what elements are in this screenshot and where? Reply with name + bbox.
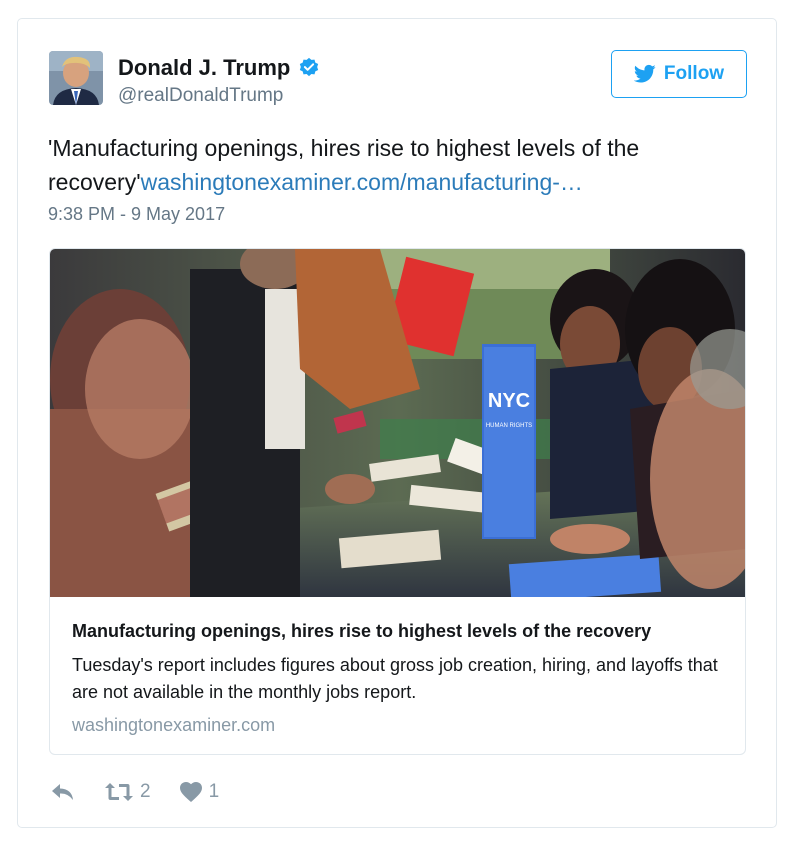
banner-subtext: HUMAN RIGHTS	[486, 423, 532, 429]
user-name[interactable]: Donald J. Trump	[118, 55, 290, 81]
tweet-card: Donald J. Trump @realDonaldTrump Follow …	[17, 18, 777, 828]
user-name-row[interactable]: Donald J. Trump	[118, 55, 320, 81]
twitter-bird-icon	[633, 64, 656, 83]
retweet-count: 2	[140, 781, 151, 802]
tweet-text: 'Manufacturing openings, hires rise to h…	[48, 131, 748, 199]
tweet-actions: 2 1	[50, 781, 247, 803]
card-domain: washingtonexaminer.com	[72, 715, 276, 735]
retweet-icon	[105, 783, 133, 801]
card-image: NYC HUMAN RIGHTS	[50, 249, 745, 597]
reply-button[interactable]	[50, 781, 76, 803]
avatar-image	[49, 51, 103, 105]
link-preview-card[interactable]: NYC HUMAN RIGHTS Manufacturing openings,…	[49, 248, 746, 755]
like-count: 1	[208, 781, 220, 802]
like-button[interactable]: 1	[179, 781, 220, 803]
user-handle[interactable]: @realDonaldTrump	[118, 85, 283, 107]
follow-button-label: Follow	[663, 63, 725, 84]
card-title[interactable]: Manufacturing openings, hires rise to hi…	[72, 619, 732, 643]
tweet-link[interactable]: washingtonexaminer.com/manufacturing-…	[141, 169, 583, 195]
retweet-button[interactable]: 2	[104, 781, 151, 803]
follow-button[interactable]: Follow	[611, 50, 747, 98]
heart-icon	[179, 782, 202, 802]
reply-icon	[52, 784, 73, 800]
card-description: Tuesday's report includes figures about …	[72, 655, 718, 702]
tweet-timestamp[interactable]: 9:38 PM - 9 May 2017	[48, 204, 225, 225]
verified-badge-icon	[300, 57, 319, 77]
card-body: Manufacturing openings, hires rise to hi…	[72, 619, 732, 736]
avatar[interactable]	[49, 51, 103, 105]
banner-text: NYC	[488, 390, 530, 412]
